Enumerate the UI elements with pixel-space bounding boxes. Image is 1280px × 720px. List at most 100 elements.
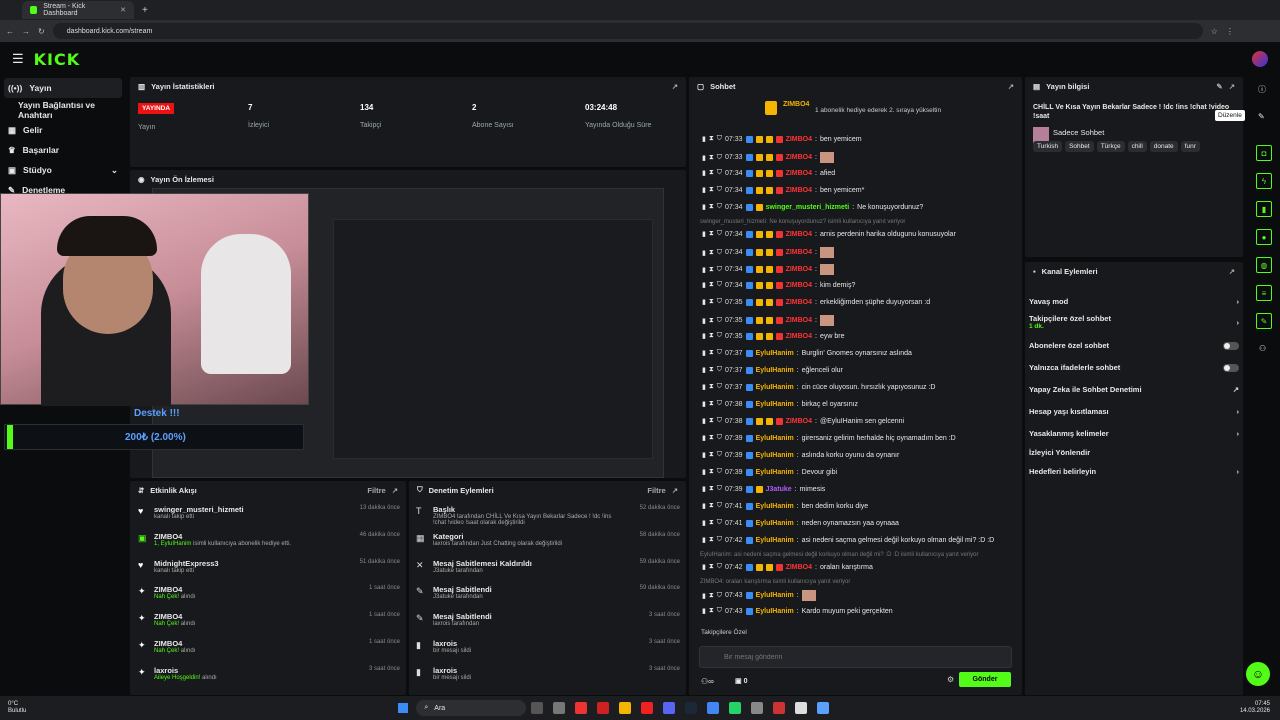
chat-username[interactable]: ZIMBO4 [786,564,812,571]
help-chat-icon[interactable]: ☺ [1246,662,1270,686]
ban-icon[interactable]: ⛉ [717,451,722,459]
chat-message[interactable]: ▮ ⧗ ⛉ 07:41 EyluIHanim: ben dedim korku diye [702,502,868,510]
chat-username[interactable]: ZIMBO4 [786,282,812,289]
tag[interactable]: donate [1149,141,1178,152]
avatar[interactable] [1252,51,1268,67]
bookmark-star-icon[interactable]: ☆ [1211,27,1218,36]
delete-icon[interactable]: ▮ [702,266,706,274]
chat-message[interactable]: ▮ ⧗ ⛉ 07:41 EyluIHanim: neden oynamazsın yaa … [702,519,899,527]
delete-icon[interactable]: ▮ [702,186,706,194]
delete-icon[interactable]: ▮ [702,434,706,442]
delete-icon[interactable]: ▮ [702,332,706,340]
sidebar-item-basarilar[interactable]: ♛ Başarılar [0,140,126,160]
chat-username[interactable]: ZIMBO4 [786,333,812,340]
url-field[interactable]: dashboard.kick.com/stream [52,23,1203,39]
ban-icon[interactable]: ⛉ [717,298,722,306]
timeout-icon[interactable]: ⧗ [709,485,714,493]
folder-icon[interactable] [619,702,632,714]
ban-icon[interactable]: ⛉ [717,186,722,194]
tiktok-icon[interactable] [575,702,588,714]
chat-username[interactable]: EyluIHanim [756,469,794,476]
delete-icon[interactable]: ▮ [702,400,706,408]
timeout-icon[interactable]: ⧗ [709,154,714,162]
delete-icon[interactable]: ▮ [702,451,706,459]
chat-message[interactable]: ▮ ⧗ ⛉ 07:39 J3atuke: mimesis [702,485,825,493]
chat-message[interactable]: ▮ ⧗ ⛉ 07:37 EyluIHanim: eğlenceli olur [702,366,843,374]
moderation-filter-button[interactable]: Filtre [647,486,665,495]
ban-icon[interactable]: ⛉ [717,230,722,238]
events-filter-button[interactable]: Filtre [367,486,385,495]
reload-icon[interactable]: ↻ [38,27,45,36]
edit-pencil-icon[interactable]: ✎ [1216,82,1222,91]
points-icon[interactable]: ⚇∞ [701,677,714,686]
users-icon[interactable]: ⚇ [1259,344,1266,353]
chat-message[interactable]: ▮ ⧗ ⛉ 07:33 ZIMBO4: [702,152,834,163]
delete-icon[interactable]: ▮ [702,502,706,510]
ban-icon[interactable]: ⛉ [717,400,722,408]
chat-username[interactable]: ZIMBO4 [786,136,812,143]
trash-icon[interactable]: ▮ [1256,201,1272,217]
timeout-icon[interactable]: ⧗ [709,230,714,238]
tag[interactable]: Turkish [1033,141,1063,152]
chat-username[interactable]: ZIMBO4 [786,170,812,177]
delete-icon[interactable]: ▮ [702,592,706,600]
chat-message[interactable]: ▮ ⧗ ⛉ 07:35 ZIMBO4: erkekliğimden şüphe duyuy… [702,298,930,306]
event-user[interactable]: ZIMBO4 [154,585,400,594]
chat-username[interactable]: EyluIHanim [756,592,794,599]
chat-username[interactable]: swinger_musteri_hizmeti [766,204,850,211]
delete-icon[interactable]: ▮ [702,203,706,211]
back-icon[interactable]: ← [6,27,14,36]
ban-icon[interactable]: ⛉ [717,502,722,510]
ban-icon[interactable]: ⛉ [717,485,722,493]
steam-icon[interactable] [685,702,698,714]
widgets-icon[interactable] [553,702,566,714]
timeout-icon[interactable]: ⧗ [709,298,714,306]
chat-message[interactable]: ▮ ⧗ ⛉ 07:43 EyluIHanim: [702,590,816,601]
popout-icon[interactable]: ↗ [392,486,398,495]
ban-icon[interactable]: ⛉ [717,349,722,357]
chat-username[interactable]: EyluIHanim [756,401,794,408]
popout-icon[interactable]: ↗ [672,82,678,91]
timeout-icon[interactable]: ⧗ [709,468,714,476]
tag[interactable]: chill [1127,141,1147,152]
chat-username[interactable]: EyluIHanim [756,384,794,391]
chat-username[interactable]: ZIMBO4 [786,249,812,256]
chat-message[interactable]: ▮ ⧗ ⛉ 07:34 ZIMBO4: ben yemicem* [702,186,864,194]
hamburger-menu-icon[interactable]: ☰ [12,51,24,67]
send-button[interactable]: Gönder [959,672,1011,687]
taskview-icon[interactable] [531,702,544,714]
chat-username[interactable]: ZIMBO4 [786,317,812,324]
delete-icon[interactable]: ▮ [702,366,706,374]
chat-message[interactable]: ▮ ⧗ ⛉ 07:35 ZIMBO4: [702,315,834,326]
weather-widget[interactable]: 0°C Bulutlu [8,701,26,715]
timeout-icon[interactable]: ⧗ [709,502,714,510]
channel-action-item[interactable]: İzleyici Yönlendir [1029,448,1239,457]
toggle-switch[interactable] [1223,363,1239,372]
clock[interactable]: 07:45 14.03.2026 [1240,701,1270,715]
settings-gear-icon[interactable]: ⚙ [947,675,954,684]
chat-username[interactable]: EyluIHanim [756,367,794,374]
app-icon[interactable] [751,702,764,714]
chat-username[interactable]: ZIMBO4 [786,231,812,238]
chat-message[interactable]: ▮ ⧗ ⛉ 07:33 ZIMBO4: ben yemicem [702,135,862,143]
broadcast-icon[interactable]: ◍ [1256,257,1272,273]
chat-username[interactable]: EyluIHanim [756,503,794,510]
chat-message[interactable]: ▮ ⧗ ⛉ 07:38 EyluIHanim: birkaç el oyarsınız [702,400,858,408]
event-user[interactable]: ZIMBO4 [154,612,400,621]
ban-icon[interactable]: ⛉ [717,607,722,615]
channel-action-item[interactable]: Yavaş mod › [1029,297,1239,306]
ban-icon[interactable]: ⛉ [717,536,722,544]
wrench-icon[interactable]: ✎ [1256,313,1272,329]
timeout-icon[interactable]: ⧗ [709,383,714,391]
delete-icon[interactable]: ▮ [702,485,706,493]
timeout-icon[interactable]: ⧗ [709,317,714,325]
timeout-icon[interactable]: ⧗ [709,592,714,600]
timeout-icon[interactable]: ⧗ [709,186,714,194]
ban-icon[interactable]: ⛉ [717,592,722,600]
ban-icon[interactable]: ⛉ [717,135,722,143]
chat-username[interactable]: EyluIHanim [756,452,794,459]
ban-icon[interactable]: ⛉ [717,563,722,571]
discord-icon[interactable] [663,702,676,714]
event-user[interactable]: laxrois [154,666,400,675]
tag[interactable]: Türkçe [1096,141,1125,152]
